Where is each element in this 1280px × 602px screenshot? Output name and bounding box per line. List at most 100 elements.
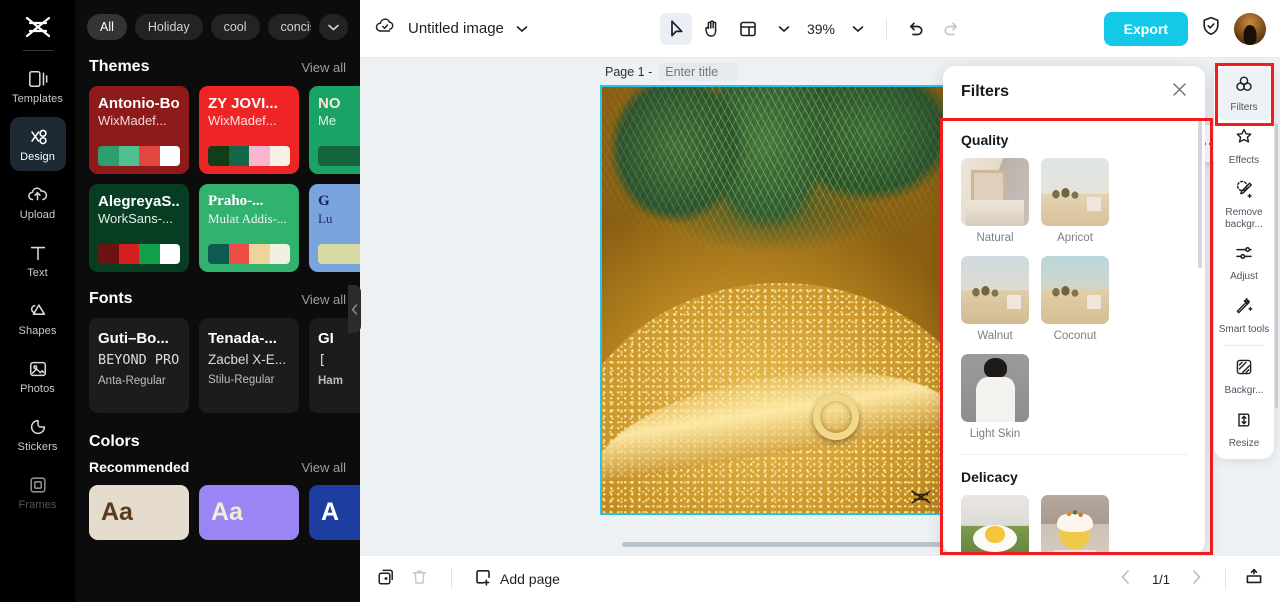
color-card[interactable]: A [309,485,360,540]
panel-collapse-handle[interactable] [348,285,361,333]
filter-item[interactable]: Snack [961,495,1029,554]
design-panel: All Holiday cool concise Themes View all… [75,0,360,602]
themes-view-all-link[interactable]: View all [301,60,346,75]
duplicate-page-icon[interactable] [376,567,396,592]
sidebar-item-photos[interactable]: Photos [10,349,66,403]
present-icon[interactable] [1244,567,1264,592]
capcut-watermark-icon [909,489,933,505]
theme-font-primary: ZY JOVI... [208,96,278,112]
filter-thumbnail [1041,495,1109,554]
fonts-view-all-link[interactable]: View all [301,292,346,307]
theme-card[interactable]: G Lu [309,184,360,272]
theme-font-secondary: Me [318,113,337,128]
bottom-left-group: Add page [376,567,560,592]
tool-effects[interactable]: Effects [1216,120,1272,173]
toolbar-center-group: 39% [660,12,967,45]
undo-icon[interactable] [899,13,931,45]
sidebar-item-upload[interactable]: Upload [10,175,66,229]
filter-group-title: Quality [961,132,1009,148]
filter-thumbnail [961,256,1029,324]
next-page-button[interactable] [1186,570,1207,588]
theme-font-primary: Antonio-Bold [98,96,180,112]
tool-label: Smart tools [1218,323,1270,335]
document-title[interactable]: Untitled image [408,20,504,37]
tool-label: Backgr... [1224,385,1264,396]
trash-icon[interactable] [410,567,429,592]
font-card[interactable]: Tenada-... Zacbel X-E... Stilu-Regular [199,318,299,413]
app-root: Templates Design Upload Text Shapes Phot… [0,0,1280,602]
rail-divider [22,50,53,51]
filter-item[interactable]: Natural [961,158,1029,244]
bottom-bar: Add page 1/1 [360,555,1280,602]
close-icon[interactable] [1172,82,1187,102]
canvas-image[interactable] [602,87,943,513]
bottom-right-group: 1/1 [1115,567,1264,592]
theme-card[interactable]: ZY JOVI... WixMadef... [199,86,299,174]
filter-item[interactable]: Light Skin [961,354,1029,440]
shield-check-icon[interactable] [1200,15,1222,42]
chevron-down-icon[interactable] [516,20,528,38]
zoom-level[interactable]: 39% [804,21,838,37]
sidebar-item-frames[interactable]: Frames [10,465,66,519]
tool-resize[interactable]: Resize [1216,403,1272,456]
sidebar-item-label: Upload [19,208,56,221]
filter-item[interactable]: Apricot [1041,158,1109,244]
page-title-input[interactable] [658,63,739,81]
shapes-icon [27,300,49,322]
theme-font-secondary: Mulat Addis-... [208,211,287,226]
hand-pan-icon[interactable] [696,13,728,45]
avatar[interactable] [1234,12,1266,45]
add-page-label: Add page [500,571,560,587]
filter-item[interactable]: Dark Brown [1041,495,1109,554]
tool-filters[interactable]: Filters [1216,67,1272,120]
filters-panel-scrollbar[interactable] [1198,118,1202,268]
tool-adjust[interactable]: Adjust [1216,236,1272,289]
zoom-caret-icon[interactable] [842,13,874,45]
sidebar-item-label: Stickers [17,440,58,453]
text-icon [28,242,48,264]
theme-card[interactable]: Praho-... Mulat Addis-... [199,184,299,272]
layout-grid-icon[interactable] [732,13,764,45]
layout-caret-icon[interactable] [768,13,800,45]
sidebar-item-templates[interactable]: Templates [10,59,66,113]
sidebar-item-shapes[interactable]: Shapes [10,291,66,345]
tool-background[interactable]: Backgr... [1216,350,1272,403]
chip-holiday[interactable]: Holiday [134,14,203,40]
cursor-select-icon[interactable] [660,12,692,45]
colors-view-all-link[interactable]: View all [301,460,346,475]
color-card[interactable]: Aa [89,485,189,540]
tool-smart-tools[interactable]: Smart tools [1216,289,1272,342]
add-page-button[interactable]: Add page [474,568,560,590]
theme-card[interactable]: AlegreyaS... WorkSans-... [89,184,189,272]
right-rail-scrollbar[interactable] [1275,123,1278,408]
group-divider [961,454,1187,455]
sidebar-item-stickers[interactable]: Stickers [10,407,66,461]
left-nav-rail: Templates Design Upload Text Shapes Phot… [0,0,75,602]
font-card[interactable]: Guti–Bo... BEYOND PRO... Anta-Regular [89,318,189,413]
filter-item[interactable]: Walnut [961,256,1029,342]
image-ring-layer [813,393,860,440]
color-card[interactable]: Aa [199,485,299,540]
filter-label: Natural [976,232,1014,244]
chevron-down-icon[interactable] [319,14,348,40]
theme-card[interactable]: NO Me [309,86,360,174]
export-button[interactable]: Export [1103,11,1188,46]
chip-concise[interactable]: concise [267,14,311,40]
redo-icon[interactable] [935,13,967,45]
tool-remove-background[interactable]: Remove backgr... [1216,172,1272,236]
panel-title: Filters [961,83,1010,100]
canvas-viewport[interactable]: Page 1 - Enter title Filters Quality Nat… [360,58,1280,555]
capcut-logo-icon[interactable] [19,10,57,44]
filter-item[interactable]: Coconut [1041,256,1109,342]
artboard[interactable] [600,85,945,515]
cloud-saved-icon[interactable] [374,16,396,41]
theme-card[interactable]: Antonio-Bold WixMadef... [89,86,189,174]
prev-page-button[interactable] [1115,570,1136,588]
themes-row-2: AlegreyaS... WorkSans-... Praho-... Mula… [75,184,360,272]
chip-cool[interactable]: cool [210,14,260,40]
chip-all[interactable]: All [87,14,127,40]
filters-panel-body[interactable]: Quality Natural Apricot Walnut Coconut L… [943,118,1205,554]
sidebar-item-text[interactable]: Text [10,233,66,287]
templates-icon [27,68,49,90]
sidebar-item-design[interactable]: Design [9,117,66,171]
